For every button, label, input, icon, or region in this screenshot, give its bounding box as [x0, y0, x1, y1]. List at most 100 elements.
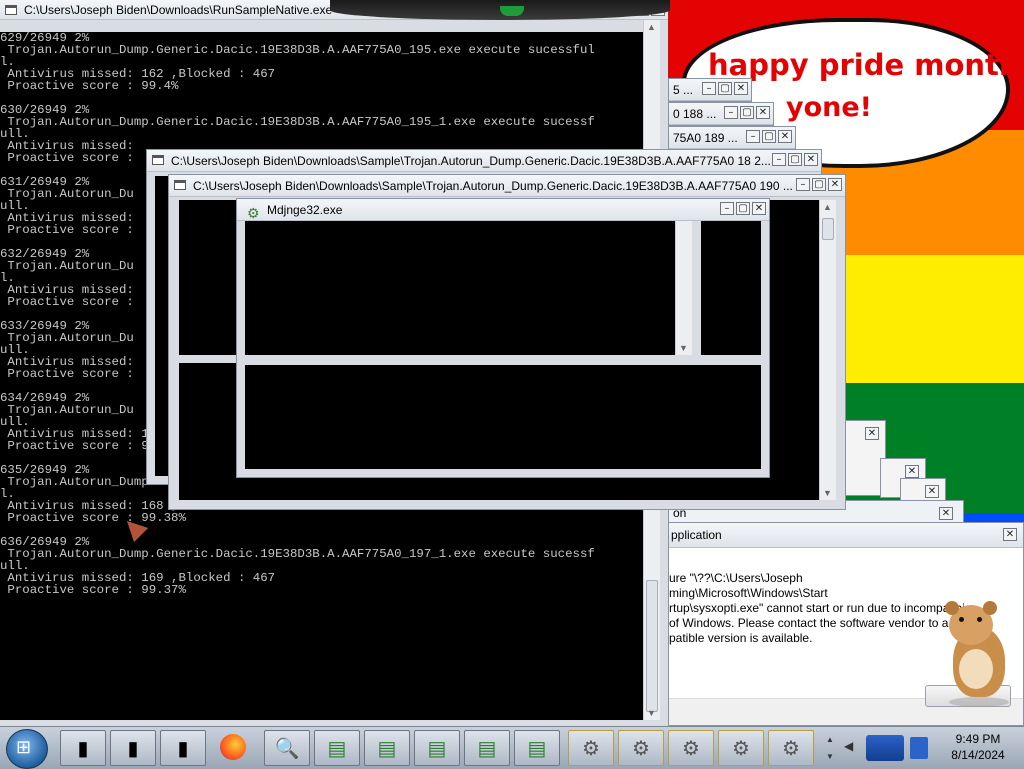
taskbar-window-4[interactable]: ▤	[464, 730, 510, 766]
minimize-icon[interactable]: –	[746, 130, 760, 143]
window-icon: ▤	[377, 738, 397, 760]
close-icon[interactable]: ✕	[865, 427, 879, 440]
sample-window-2-scrollbar[interactable]: ▲ ▼	[819, 200, 836, 500]
message-line: rtup\sysxopti.exe" cannot start or run d…	[669, 601, 965, 615]
gear-icon: ⚙	[782, 738, 800, 760]
maximize-icon[interactable]: ▢	[736, 202, 750, 215]
minimize-icon[interactable]: –	[720, 202, 734, 215]
window-icon: ▤	[327, 738, 347, 760]
console-icon: ▮	[77, 738, 89, 760]
window-icon: ▤	[477, 738, 497, 760]
gear-icon: ⚙	[732, 738, 750, 760]
taskbar-gear-2[interactable]: ⚙	[618, 730, 664, 766]
minimize-icon[interactable]: –	[796, 178, 810, 191]
console-line: Trojan.Autorun_Dump.Generic.Dacic.19E38D…	[0, 43, 595, 57]
close-icon[interactable]: ✕	[752, 202, 766, 215]
gear-app-icon: ⚙	[247, 205, 260, 221]
close-icon[interactable]: ✕	[1003, 528, 1017, 541]
stacked-window-2[interactable]: 0 188 ... – ▢ ✕	[668, 102, 774, 126]
scroll-up-icon[interactable]: ▲	[647, 22, 656, 32]
sample-window-1-titlebar[interactable]: C:\Users\Joseph Biden\Downloads\Sample\T…	[147, 150, 821, 172]
scroll-thumb[interactable]	[822, 218, 834, 240]
console-icon: ▮	[127, 738, 139, 760]
taskbar-gear-1[interactable]: ⚙	[568, 730, 614, 766]
tray-flag-icon[interactable]	[910, 737, 928, 759]
taskbar-window-3[interactable]: ▤	[414, 730, 460, 766]
taskbar-window-5[interactable]: ▤	[514, 730, 560, 766]
maximize-icon[interactable]: ▢	[788, 153, 802, 166]
taskbar-gear-3[interactable]: ⚙	[668, 730, 714, 766]
close-icon[interactable]: ✕	[756, 106, 770, 119]
close-icon[interactable]: ✕	[804, 153, 818, 166]
sample-window-1-title: C:\Users\Joseph Biden\Downloads\Sample\T…	[171, 154, 771, 168]
taskbar-window-1[interactable]: ▤	[314, 730, 360, 766]
taskbar-console-2[interactable]: ▮	[110, 730, 156, 766]
clock-time: 9:49 PM	[955, 732, 1001, 746]
sample-window-2-title: C:\Users\Joseph Biden\Downloads\Sample\T…	[193, 179, 793, 193]
hamster-image	[939, 601, 1015, 711]
minimize-icon[interactable]: –	[772, 153, 786, 166]
console-line: Proactive score : 99.4%	[0, 79, 179, 93]
console-icon: ▮	[177, 738, 189, 760]
separator	[179, 355, 239, 363]
close-icon[interactable]: ✕	[828, 178, 842, 191]
tray-network-icon[interactable]	[866, 735, 904, 761]
taskbar-gear-4[interactable]: ⚙	[718, 730, 764, 766]
mdjnge-window-titlebar[interactable]: ⚙ Mdjnge32.exe – ▢ ✕	[237, 199, 769, 221]
mdjnge-console-bottom[interactable]	[245, 365, 761, 469]
taskbar-console-1[interactable]: ▮	[60, 730, 106, 766]
close-icon[interactable]: ✕	[925, 485, 939, 498]
message-line: of Windows. Please contact the software …	[669, 616, 949, 630]
close-icon[interactable]: ✕	[778, 130, 792, 143]
stacked-window-1[interactable]: 5 ... – ▢ ✕	[668, 78, 752, 102]
gear-icon: ⚙	[582, 738, 600, 760]
error-dialog-titlebar[interactable]: pplication ✕	[669, 523, 1023, 548]
maximize-icon[interactable]: ▢	[812, 178, 826, 191]
taskbar-console-3[interactable]: ▮	[160, 730, 206, 766]
error-dialog[interactable]: pplication ✕ ure "\??\C:\Users\Joseph mi…	[668, 522, 1024, 726]
scroll-down-icon[interactable]: ▼	[679, 343, 688, 353]
close-icon[interactable]: ✕	[939, 507, 953, 520]
taskbar-scroll[interactable]: ▲ ▼	[824, 731, 836, 765]
tray-expand-icon[interactable]: ◀	[844, 739, 853, 753]
console-line: Proactive score : 99.38%	[0, 511, 186, 525]
console-app-icon	[5, 5, 17, 15]
mdjnge-console-right[interactable]	[701, 221, 761, 355]
taskbar-firefox[interactable]	[214, 731, 252, 765]
gear-icon: ⚙	[682, 738, 700, 760]
speech-text-line2: yone!	[786, 92, 872, 123]
speech-text-line1: happy pride month	[708, 48, 1020, 82]
scroll-down-icon[interactable]: ▼	[647, 708, 656, 718]
window-icon: ▤	[427, 738, 447, 760]
console-app-icon	[174, 180, 186, 190]
message-line: patible version is available.	[669, 631, 813, 645]
maximize-icon[interactable]: ▢	[740, 106, 754, 119]
window-icon: ▤	[527, 738, 547, 760]
error-dialog-title: pplication	[671, 528, 722, 542]
clock-date: 8/14/2024	[951, 748, 1005, 762]
top-notch-indicator	[500, 6, 524, 16]
stacked-window-3[interactable]: 75A0 189 ... – ▢ ✕	[668, 126, 796, 150]
maximize-icon[interactable]: ▢	[718, 82, 732, 95]
start-button[interactable]: ⊞	[6, 729, 48, 769]
minimize-icon[interactable]: –	[702, 82, 716, 95]
mdjnge-window[interactable]: ⚙ Mdjnge32.exe – ▢ ✕ ▼	[236, 198, 770, 478]
maximize-icon[interactable]: ▢	[762, 130, 776, 143]
error-dialog-message: ure "\??\C:\Users\Joseph ming\Microsoft\…	[669, 571, 965, 646]
console-line: Trojan.Autorun_Dump.Generic.Dacic.19E38D…	[0, 547, 595, 561]
sample-window-2-titlebar[interactable]: C:\Users\Joseph Biden\Downloads\Sample\T…	[169, 175, 845, 197]
minimize-icon[interactable]: –	[724, 106, 738, 119]
scroll-thumb[interactable]	[646, 580, 658, 712]
mdjnge-scrollbar[interactable]: ▼	[675, 221, 692, 355]
scroll-up-icon[interactable]: ▲	[823, 202, 832, 212]
magnifier-icon: 🔍	[274, 738, 300, 760]
close-icon[interactable]: ✕	[734, 82, 748, 95]
clock[interactable]: 9:49 PM 8/14/2024	[936, 731, 1020, 765]
scroll-down-icon[interactable]: ▼	[823, 488, 832, 498]
mdjnge-console-top[interactable]	[245, 221, 675, 355]
taskbar-window-2[interactable]: ▤	[364, 730, 410, 766]
taskbar-magnifier[interactable]: 🔍	[264, 730, 310, 766]
close-icon[interactable]: ✕	[905, 465, 919, 478]
taskbar-gear-5[interactable]: ⚙	[768, 730, 814, 766]
